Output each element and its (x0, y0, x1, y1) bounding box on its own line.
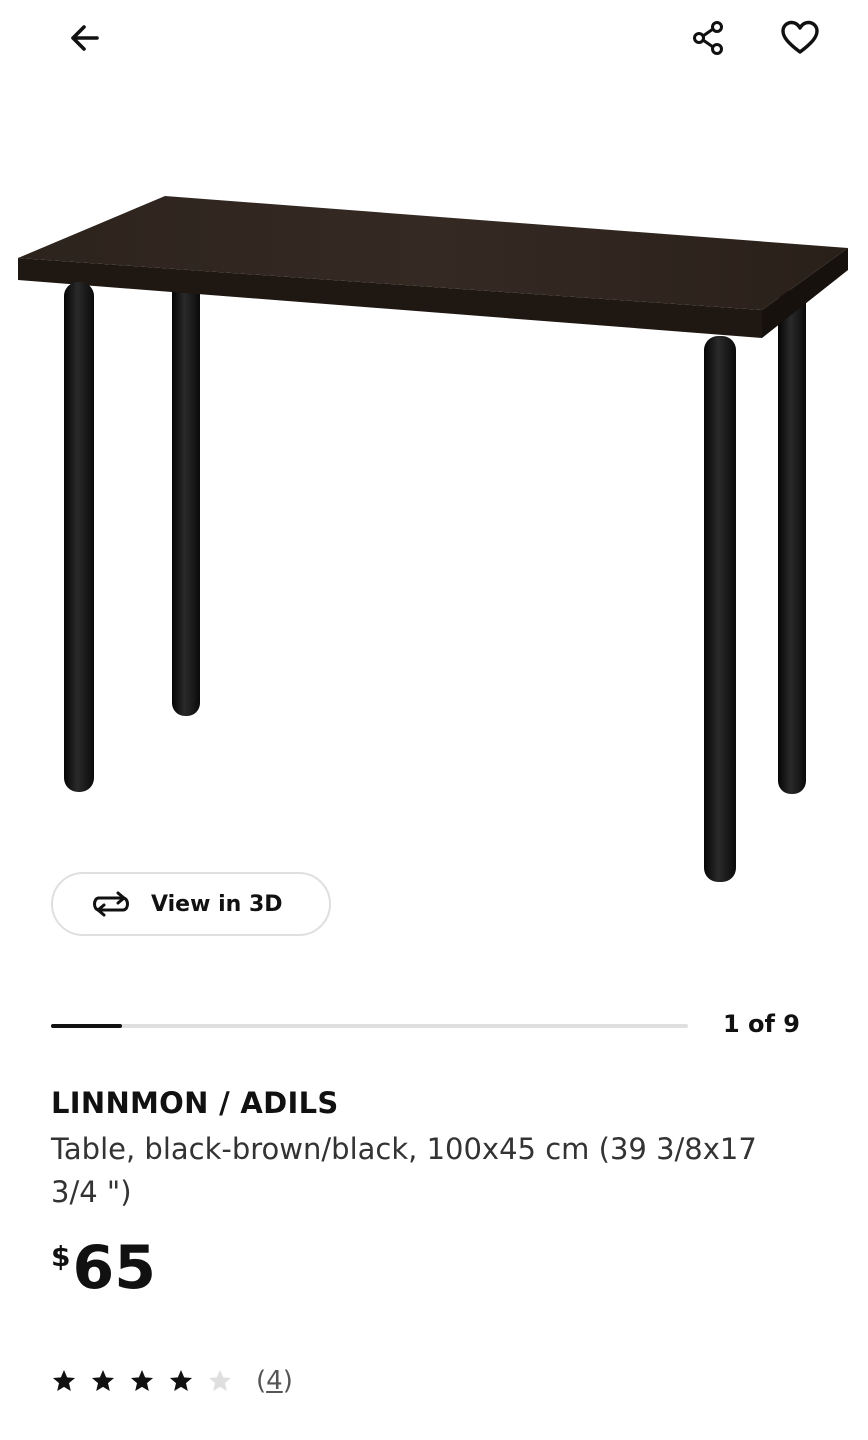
top-bar (0, 0, 868, 80)
heart-outline-icon (781, 20, 819, 54)
back-button[interactable] (57, 10, 113, 66)
gallery-progress-track (51, 1024, 688, 1028)
arrow-left-icon (71, 25, 99, 51)
review-count: 4 (266, 1366, 283, 1396)
rating-stars (51, 1368, 246, 1394)
table-illustration (18, 196, 848, 882)
star-filled-icon (169, 1369, 193, 1391)
view-in-3d-label: View in 3D (151, 891, 283, 917)
star-empty-icon (208, 1369, 232, 1391)
star-filled-icon (91, 1369, 115, 1391)
gallery-counter: 1 of 9 (722, 1010, 800, 1038)
star-filled-icon (130, 1369, 154, 1391)
view-in-3d-button[interactable]: View in 3D (51, 872, 331, 936)
price-amount: 65 (72, 1233, 156, 1303)
share-icon (693, 21, 723, 55)
review-count-link[interactable]: (4) (256, 1366, 293, 1396)
share-button[interactable] (680, 10, 736, 66)
rating[interactable]: (4) (51, 1366, 293, 1396)
star-filled-icon (52, 1369, 76, 1391)
product-price: $ 65 (51, 1232, 156, 1304)
price-currency: $ (51, 1240, 71, 1273)
gallery-progress-fill (51, 1024, 122, 1028)
rotate-icon (89, 889, 133, 919)
product-description: Table, black-brown/black, 100x45 cm (39 … (51, 1132, 757, 1209)
favorite-button[interactable] (772, 10, 828, 66)
product-name: LINNMON / ADILS (51, 1086, 339, 1120)
product-image[interactable] (0, 170, 868, 900)
